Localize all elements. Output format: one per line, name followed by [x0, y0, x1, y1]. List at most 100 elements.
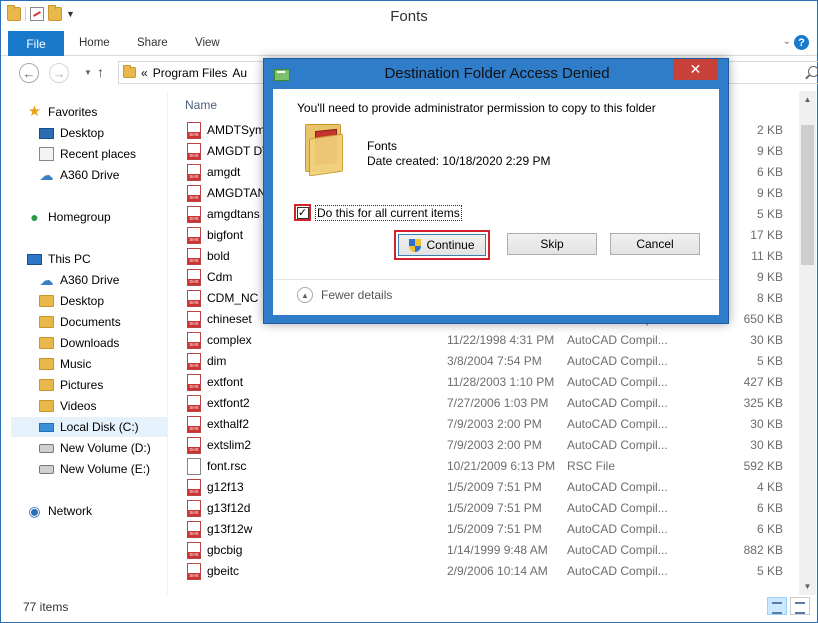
large-icons-view-button[interactable]: [790, 597, 810, 615]
nav-a360-drive-favorite[interactable]: ☁ A360 Drive: [39, 165, 120, 185]
nav-favorites[interactable]: ★ Favorites: [27, 102, 98, 122]
recent-locations-chevron-icon[interactable]: ▼: [84, 68, 92, 77]
chevron-up-icon[interactable]: ▲: [297, 287, 313, 303]
nav-downloads[interactable]: Downloads: [39, 333, 119, 353]
nav-new-volume-d[interactable]: New Volume (D:): [39, 438, 151, 458]
file-type: AutoCAD Compil...: [567, 333, 668, 347]
table-row[interactable]: extfont2 7/27/2006 1:03 PM AutoCAD Compil.…: [167, 393, 799, 414]
drive-icon: [39, 443, 54, 453]
continue-button[interactable]: Continue: [398, 234, 486, 256]
file-date-modified: 10/21/2009 6:13 PM: [447, 459, 556, 473]
cancel-button[interactable]: Cancel: [610, 233, 700, 255]
table-row[interactable]: extslim2 7/9/2003 2:00 PM AutoCAD Compil..…: [167, 435, 799, 456]
tab-file[interactable]: File: [8, 31, 64, 56]
nav-videos[interactable]: Videos: [39, 396, 96, 416]
table-row[interactable]: exthalf2 7/9/2003 2:00 PM AutoCAD Compil..…: [167, 414, 799, 435]
tab-home[interactable]: Home: [79, 37, 110, 49]
file-size: 30 KB: [750, 438, 783, 452]
dialog-message: You'll need to provide administrator per…: [297, 101, 656, 115]
table-row[interactable]: extfont 11/28/2003 1:10 PM AutoCAD Compil.…: [167, 372, 799, 393]
file-size: 6 KB: [756, 165, 783, 179]
file-icon: [187, 458, 201, 475]
breadcrumb-program-files[interactable]: Program Files: [153, 66, 228, 80]
folder-icon: [39, 295, 54, 307]
shx-file-icon: [187, 437, 201, 454]
file-size: 6 KB: [756, 522, 783, 536]
nav-desktop-favorite[interactable]: Desktop: [39, 123, 104, 143]
vertical-scrollbar[interactable]: ▲ ▼: [799, 91, 816, 595]
fewer-details-toggle[interactable]: Fewer details: [321, 288, 392, 302]
nav-new-volume-e[interactable]: New Volume (E:): [39, 459, 150, 479]
file-type: AutoCAD Compil...: [567, 501, 668, 515]
apply-all-checkbox[interactable]: ✓: [296, 206, 309, 219]
file-name: AMDTSym: [207, 123, 265, 137]
tab-view[interactable]: View: [195, 37, 220, 49]
nav-a360-drive[interactable]: ☁ A360 Drive: [39, 270, 120, 290]
title-bar: ▼ Fonts: [1, 1, 817, 31]
table-row[interactable]: g12f13 1/5/2009 7:51 PM AutoCAD Compil... 4…: [167, 477, 799, 498]
address-bar[interactable]: « Program Files Au: [118, 61, 268, 84]
shx-file-icon: [187, 164, 201, 181]
file-date-modified: 11/22/1998 4:31 PM: [447, 333, 555, 347]
nav-music[interactable]: Music: [39, 354, 91, 374]
file-size: 30 KB: [750, 333, 783, 347]
table-row[interactable]: gbeitc 2/9/2006 10:14 AM AutoCAD Compil...…: [167, 561, 799, 582]
network-icon: ◉: [28, 503, 41, 519]
expand-ribbon-icon[interactable]: ⌄: [783, 36, 791, 47]
table-row[interactable]: gbcbig 1/14/1999 9:48 AM AutoCAD Compil...…: [167, 540, 799, 561]
nav-pictures[interactable]: Pictures: [39, 375, 103, 395]
apply-all-checkbox-row[interactable]: ✓ Do this for all current items: [294, 204, 462, 221]
pictures-folder-icon: [39, 379, 54, 391]
file-name: AMGDTAN: [207, 186, 267, 200]
shx-file-icon: [187, 416, 201, 433]
forward-button[interactable]: →: [49, 63, 69, 83]
breadcrumb-next[interactable]: Au: [232, 66, 247, 80]
nav-recent-places[interactable]: Recent places: [39, 144, 136, 164]
skip-button[interactable]: Skip: [507, 233, 597, 255]
file-date-modified: 1/14/1999 9:48 AM: [447, 543, 548, 557]
search-input[interactable]: [721, 61, 818, 84]
file-size: 9 KB: [756, 270, 783, 284]
scroll-down-icon[interactable]: ▼: [799, 578, 816, 595]
nav-this-pc[interactable]: This PC: [27, 249, 91, 269]
file-size: 592 KB: [743, 459, 783, 473]
table-row[interactable]: font.rsc 10/21/2009 6:13 PM RSC File 592 KB: [167, 456, 799, 477]
nav-local-disk-c[interactable]: Local Disk (C:): [11, 417, 167, 437]
file-size: 427 KB: [743, 375, 783, 389]
file-type: AutoCAD Compil...: [567, 438, 668, 452]
close-icon: ✕: [689, 61, 702, 77]
file-size: 11 KB: [751, 249, 783, 263]
back-button[interactable]: ←: [19, 63, 39, 83]
file-name: extslim2: [207, 438, 252, 452]
nav-network[interactable]: ◉ Network: [27, 501, 92, 521]
close-button[interactable]: ✕: [673, 59, 718, 80]
nav-documents[interactable]: Documents: [39, 312, 121, 332]
file-size: 2 KB: [756, 123, 783, 137]
scroll-up-icon[interactable]: ▲: [799, 91, 816, 108]
help-icon[interactable]: ?: [794, 35, 809, 50]
table-row[interactable]: g13f12w 1/5/2009 7:51 PM AutoCAD Compil...…: [167, 519, 799, 540]
details-view-button[interactable]: [767, 597, 787, 615]
table-row[interactable]: g13f12d 1/5/2009 7:51 PM AutoCAD Compil...…: [167, 498, 799, 519]
shx-file-icon: [187, 206, 201, 223]
file-type: RSC File: [567, 459, 616, 473]
up-button[interactable]: ↑: [97, 64, 104, 80]
dialog-body: You'll need to provide administrator per…: [273, 89, 719, 315]
file-name: bigfont: [207, 228, 244, 242]
file-size: 5 KB: [756, 354, 783, 368]
tab-share[interactable]: Share: [137, 37, 168, 49]
file-size: 5 KB: [756, 207, 783, 221]
file-size: 5 KB: [756, 564, 783, 578]
file-name: g13f12w: [207, 522, 253, 536]
file-name: gbcbig: [207, 543, 243, 557]
column-header-name[interactable]: Name: [185, 98, 217, 112]
nav-desktop[interactable]: Desktop: [39, 291, 104, 311]
nav-homegroup[interactable]: ● Homegroup: [27, 207, 110, 227]
scroll-thumb[interactable]: [801, 125, 814, 265]
file-date-modified: 7/27/2006 1:03 PM: [447, 396, 549, 410]
table-row[interactable]: complex 11/22/1998 4:31 PM AutoCAD Compil.…: [167, 330, 799, 351]
breadcrumb-overflow[interactable]: «: [141, 66, 148, 80]
file-type: AutoCAD Compil...: [567, 522, 668, 536]
apply-all-label[interactable]: Do this for all current items: [315, 204, 462, 221]
table-row[interactable]: dim 3/8/2004 7:54 PM AutoCAD Compil... 5 KB: [167, 351, 799, 372]
